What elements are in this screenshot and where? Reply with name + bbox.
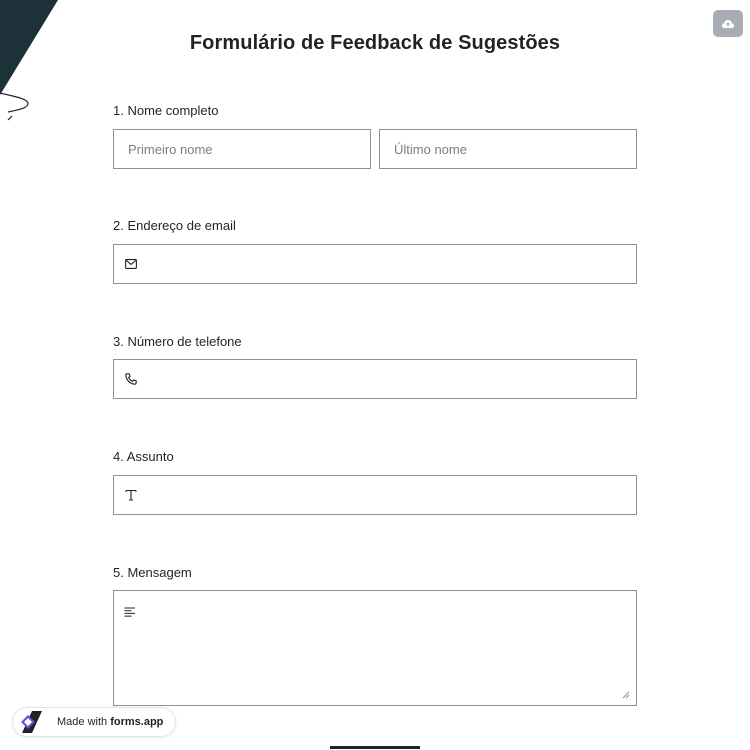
badge-prefix: Made with	[57, 716, 111, 728]
made-with-forms-app-badge[interactable]: Made with forms.app	[12, 707, 177, 737]
align-left-icon	[124, 604, 138, 617]
forms-app-logo-icon	[21, 711, 42, 733]
resize-grip-icon[interactable]	[622, 691, 630, 699]
email-input[interactable]	[114, 245, 636, 283]
question-label-subject: 4. Assunto	[113, 449, 174, 464]
last-name-field[interactable]	[379, 129, 637, 169]
question-label-phone: 3. Número de telefone	[113, 334, 242, 349]
envelope-icon	[124, 257, 138, 271]
message-textarea[interactable]	[114, 591, 636, 705]
email-field[interactable]	[113, 244, 637, 284]
form-title: Formulário de Feedback de Sugestões	[189, 32, 561, 54]
text-t-icon	[124, 488, 138, 502]
question-label-message: 5. Mensagem	[113, 565, 192, 580]
phone-input[interactable]	[114, 360, 636, 398]
subject-field[interactable]	[113, 475, 637, 515]
subject-input[interactable]	[114, 476, 636, 514]
question-label-full-name: 1. Nome completo	[113, 103, 219, 118]
message-field[interactable]	[113, 590, 637, 706]
cloud-upload-icon	[722, 19, 734, 28]
phone-icon	[124, 372, 138, 386]
last-name-input[interactable]	[380, 130, 636, 168]
first-name-input[interactable]	[114, 130, 370, 168]
phone-field[interactable]	[113, 359, 637, 399]
first-name-field[interactable]	[113, 129, 371, 169]
badge-text: Made with forms.app	[57, 716, 163, 728]
badge-brand: forms.app	[110, 716, 164, 728]
question-label-email: 2. Endereço de email	[113, 218, 236, 233]
home-indicator-bar	[330, 746, 420, 749]
corner-decoration	[0, 0, 58, 121]
